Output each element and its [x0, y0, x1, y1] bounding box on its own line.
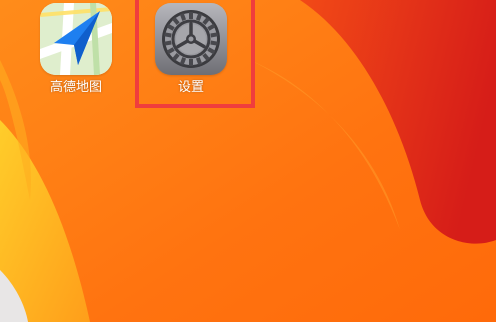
maps-app-icon[interactable] — [40, 3, 112, 75]
highlight-box — [135, 0, 255, 108]
navigation-arrow-icon — [40, 3, 112, 75]
app-label: 高德地图 — [49, 80, 102, 95]
app-maps[interactable]: 高德地图 — [31, 3, 121, 96]
